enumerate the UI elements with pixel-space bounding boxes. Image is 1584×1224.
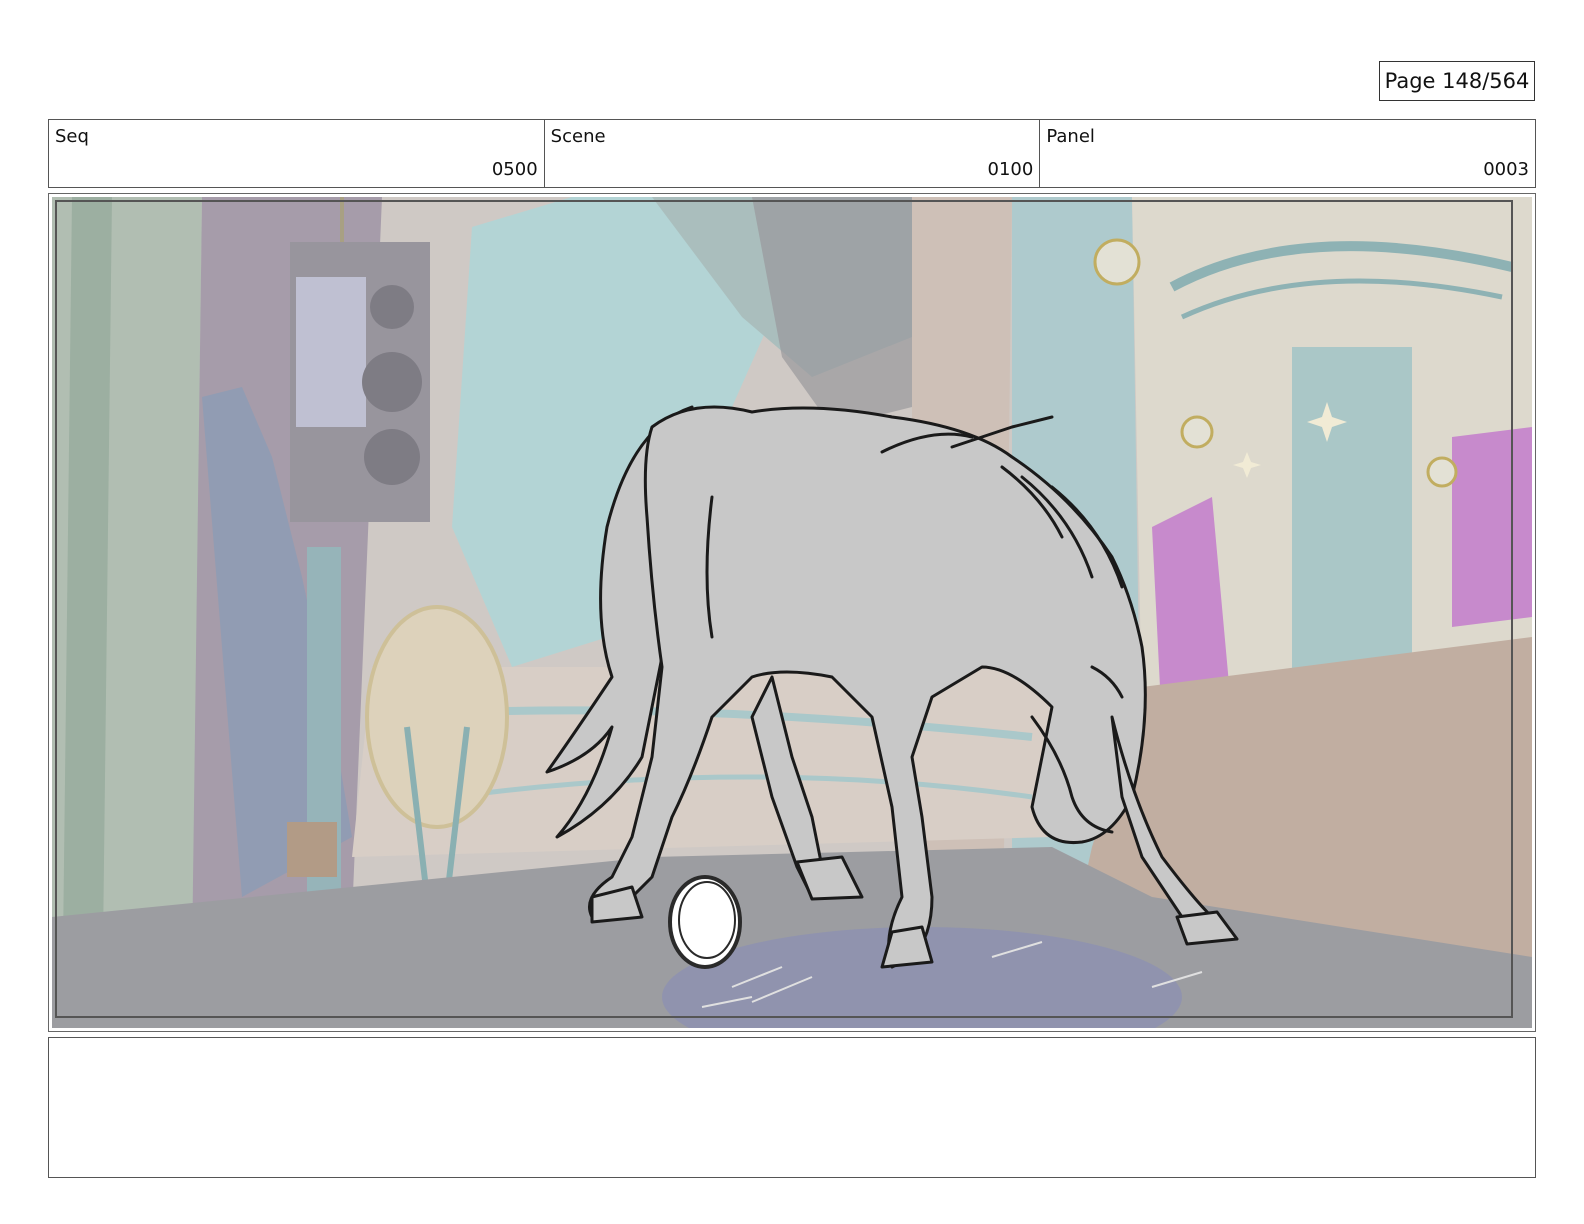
scene-cell: Scene 0100 [545, 120, 1041, 187]
panel-label: Panel [1046, 126, 1095, 147]
scene-value: 0100 [987, 159, 1034, 180]
panel-header: Seq 0500 Scene 0100 Panel 0003 [48, 119, 1536, 188]
panel-value: 0003 [1483, 159, 1530, 180]
seq-value: 0500 [491, 159, 538, 180]
seq-label: Seq [55, 126, 89, 147]
storyboard-illustration [52, 197, 1532, 1028]
seq-cell: Seq 0500 [49, 120, 545, 187]
scene-label: Scene [550, 126, 606, 147]
page-number: Page 148/564 [1379, 61, 1535, 101]
egg-sketch [668, 875, 742, 969]
panel-notes [48, 1037, 1536, 1178]
panel-cell: Panel 0003 [1040, 120, 1535, 187]
storyboard-frame [48, 193, 1536, 1032]
